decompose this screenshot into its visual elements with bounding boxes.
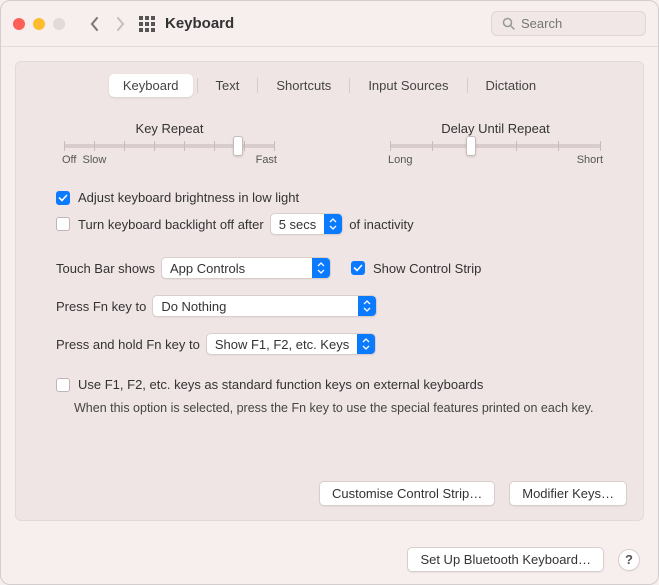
- tab-dictation[interactable]: Dictation: [472, 74, 551, 97]
- tab-keyboard[interactable]: Keyboard: [109, 74, 193, 97]
- check-icon: [58, 193, 68, 203]
- bluetooth-keyboard-button[interactable]: Set Up Bluetooth Keyboard…: [407, 547, 604, 572]
- sliders-row: Key Repeat Off Slow Fast Delay Until Repe…: [16, 97, 643, 172]
- fn-press-select[interactable]: Do Nothing: [152, 295, 377, 317]
- backlight-off-select[interactable]: 5 secs: [270, 213, 344, 235]
- stepper-icon: [358, 296, 376, 316]
- row-fn-hold: Press and hold Fn key to Show F1, F2, et…: [16, 329, 643, 359]
- stepper-icon: [312, 258, 330, 278]
- key-repeat-group: Key Repeat Off Slow Fast: [62, 121, 277, 166]
- backlight-off-prefix: Turn keyboard backlight off after: [78, 217, 264, 232]
- minimize-button[interactable]: [33, 18, 45, 30]
- chevron-right-icon: [116, 17, 125, 31]
- close-button[interactable]: [13, 18, 25, 30]
- row-fn-press: Press Fn key to Do Nothing: [16, 291, 643, 321]
- touchbar-select[interactable]: App Controls: [161, 257, 331, 279]
- settings-panel: Keyboard Text Shortcuts Input Sources Di…: [15, 61, 644, 521]
- key-repeat-thumb[interactable]: [233, 136, 243, 156]
- search-field[interactable]: [491, 11, 646, 36]
- key-repeat-max-label: Fast: [256, 154, 277, 166]
- delay-label: Delay Until Repeat: [388, 121, 603, 136]
- delay-thumb[interactable]: [466, 136, 476, 156]
- adjust-brightness-checkbox[interactable]: [56, 191, 70, 205]
- row-backlight-off: Turn keyboard backlight off after 5 secs…: [16, 209, 643, 239]
- fn-hold-select[interactable]: Show F1, F2, etc. Keys: [206, 333, 376, 355]
- fn-press-value: Do Nothing: [161, 299, 358, 314]
- use-fkeys-help: When this option is selected, press the …: [74, 400, 594, 418]
- touchbar-label: Touch Bar shows: [56, 261, 155, 276]
- key-repeat-label: Key Repeat: [62, 121, 277, 136]
- key-repeat-min-label: Slow: [82, 154, 106, 166]
- help-button[interactable]: ?: [618, 549, 640, 571]
- zoom-button: [53, 18, 65, 30]
- stepper-icon: [357, 334, 375, 354]
- search-input[interactable]: [521, 16, 635, 31]
- tab-text[interactable]: Text: [202, 74, 254, 97]
- check-icon: [353, 263, 363, 273]
- key-repeat-off-label: Off: [62, 154, 76, 166]
- window-frame: Keyboard Keyboard Text Shortcuts Input S…: [0, 0, 659, 585]
- tab-bar: Keyboard Text Shortcuts Input Sources Di…: [16, 74, 643, 97]
- backlight-off-checkbox[interactable]: [56, 217, 70, 231]
- stepper-icon: [324, 214, 342, 234]
- tab-shortcuts[interactable]: Shortcuts: [262, 74, 345, 97]
- window-title: Keyboard: [165, 15, 234, 32]
- fn-hold-label: Press and hold Fn key to: [56, 337, 200, 352]
- delay-max-label: Short: [577, 154, 603, 166]
- window-bottom-row: Set Up Bluetooth Keyboard… ?: [407, 547, 640, 572]
- row-adjust-brightness: Adjust keyboard brightness in low light: [16, 186, 643, 209]
- back-button[interactable]: [83, 13, 105, 35]
- backlight-off-value: 5 secs: [279, 217, 325, 232]
- fn-hold-value: Show F1, F2, etc. Keys: [215, 337, 357, 352]
- row-use-fkeys: Use F1, F2, etc. keys as standard functi…: [16, 373, 643, 396]
- delay-slider[interactable]: [390, 144, 601, 148]
- row-touchbar: Touch Bar shows App Controls Show Contro…: [16, 253, 643, 283]
- panel-button-row: Customise Control Strip… Modifier Keys…: [319, 481, 627, 506]
- traffic-lights: [13, 18, 65, 30]
- use-fkeys-label: Use F1, F2, etc. keys as standard functi…: [78, 377, 483, 392]
- adjust-brightness-label: Adjust keyboard brightness in low light: [78, 190, 299, 205]
- modifier-keys-button[interactable]: Modifier Keys…: [509, 481, 627, 506]
- forward-button[interactable]: [109, 13, 131, 35]
- touchbar-value: App Controls: [170, 261, 312, 276]
- key-repeat-slider[interactable]: [64, 144, 275, 148]
- backlight-off-suffix: of inactivity: [349, 217, 413, 232]
- chevron-left-icon: [90, 17, 99, 31]
- fn-press-label: Press Fn key to: [56, 299, 146, 314]
- show-control-strip-checkbox[interactable]: [351, 261, 365, 275]
- customise-control-strip-button[interactable]: Customise Control Strip…: [319, 481, 495, 506]
- delay-min-label: Long: [388, 154, 412, 166]
- tab-input-sources[interactable]: Input Sources: [354, 74, 462, 97]
- show-all-icon[interactable]: [139, 16, 155, 32]
- titlebar: Keyboard: [1, 1, 658, 47]
- delay-group: Delay Until Repeat Long Short: [388, 121, 603, 166]
- use-fkeys-checkbox[interactable]: [56, 378, 70, 392]
- row-use-fkeys-help: When this option is selected, press the …: [16, 396, 643, 422]
- show-control-strip-label: Show Control Strip: [373, 261, 481, 276]
- search-icon: [502, 17, 515, 30]
